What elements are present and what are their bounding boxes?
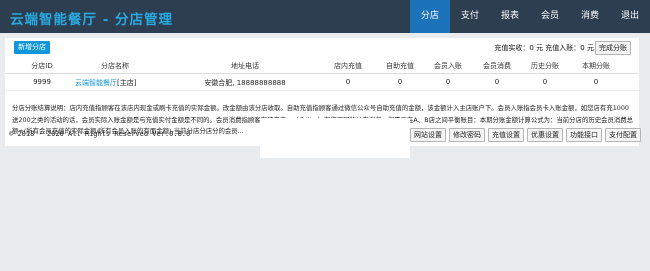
member-credit-value: 0 [445,78,451,86]
discount-settings-button[interactable]: 优惠设置 [527,128,563,142]
table-header: 分店ID 分店名称 地址电话 店内充值 自助充值 会员入账 会员消费 历史分账 … [5,58,639,74]
nav-consumption[interactable]: 消费 [570,0,610,33]
settle-button[interactable]: 完成分账 [595,41,631,55]
payment-config-button[interactable]: 支付配置 [605,128,641,142]
address-phone: 安徽合肥, 18888888888 [204,79,286,87]
blank-overlay [260,118,410,158]
nav-payment[interactable]: 支付 [450,0,490,33]
change-password-button[interactable]: 修改密码 [449,128,485,142]
branch-id: 9999 [33,78,51,86]
col-member-spend: 会员消费 [483,62,511,70]
branch-table: 分店ID 分店名称 地址电话 店内充值 自助充值 会员入账 会员消费 历史分账 … [5,58,639,91]
self-topup-value: 0 [397,78,403,86]
table-row: 9999 云端智能餐厅[主店] 安徽合肥, 18888888888 0 0 0 … [5,75,639,91]
main-store-tag: [主店] [117,79,137,87]
nav-members[interactable]: 会员 [530,0,570,33]
top-navbar: 云端智能餐厅 - 分店管理 分店 支付 报表 会员 消费 退出 [0,0,650,33]
nav-logout[interactable]: 退出 [610,0,650,33]
col-history-split: 历史分账 [531,62,559,70]
col-self-topup: 自助充值 [386,62,414,70]
branch-name-cell: 云端智能餐厅[主店] [75,78,155,88]
add-branch-button[interactable]: 新增分店 [14,41,50,54]
col-branch-name: 分店名称 [101,62,129,70]
col-member-credit: 会员入账 [434,62,462,70]
col-current-split: 本期分账 [582,62,610,70]
app-title: 云端智能餐厅 - 分店管理 [10,12,174,28]
history-split-value: 0 [542,78,548,86]
current-split-value: 0 [593,78,599,86]
api-button[interactable]: 功能接口 [566,128,602,142]
col-instore-topup: 店内充值 [334,62,362,70]
branch-name-link[interactable]: 云端智能餐厅 [75,79,117,87]
topup-settings-button[interactable]: 充值设置 [488,128,524,142]
col-branch-id: 分店ID [31,62,53,70]
instore-topup-value: 0 [345,78,351,86]
copyright-text: © 2018 - 2020 All Rights Reserved Ver:0.… [9,130,191,138]
nav-reports[interactable]: 报表 [490,0,530,33]
nav-branches[interactable]: 分店 [409,0,450,33]
settings-toolbar: 网站设置 修改密码 充值设置 优惠设置 功能接口 支付配置 [410,128,641,142]
site-settings-button[interactable]: 网站设置 [410,128,446,142]
topup-summary: 充值实收：0 元 充值入账：0 元 [494,44,594,52]
col-address-phone: 地址电话 [231,62,259,70]
main-nav: 分店 支付 报表 会员 消费 退出 [409,0,650,33]
member-spend-value: 0 [494,78,500,86]
